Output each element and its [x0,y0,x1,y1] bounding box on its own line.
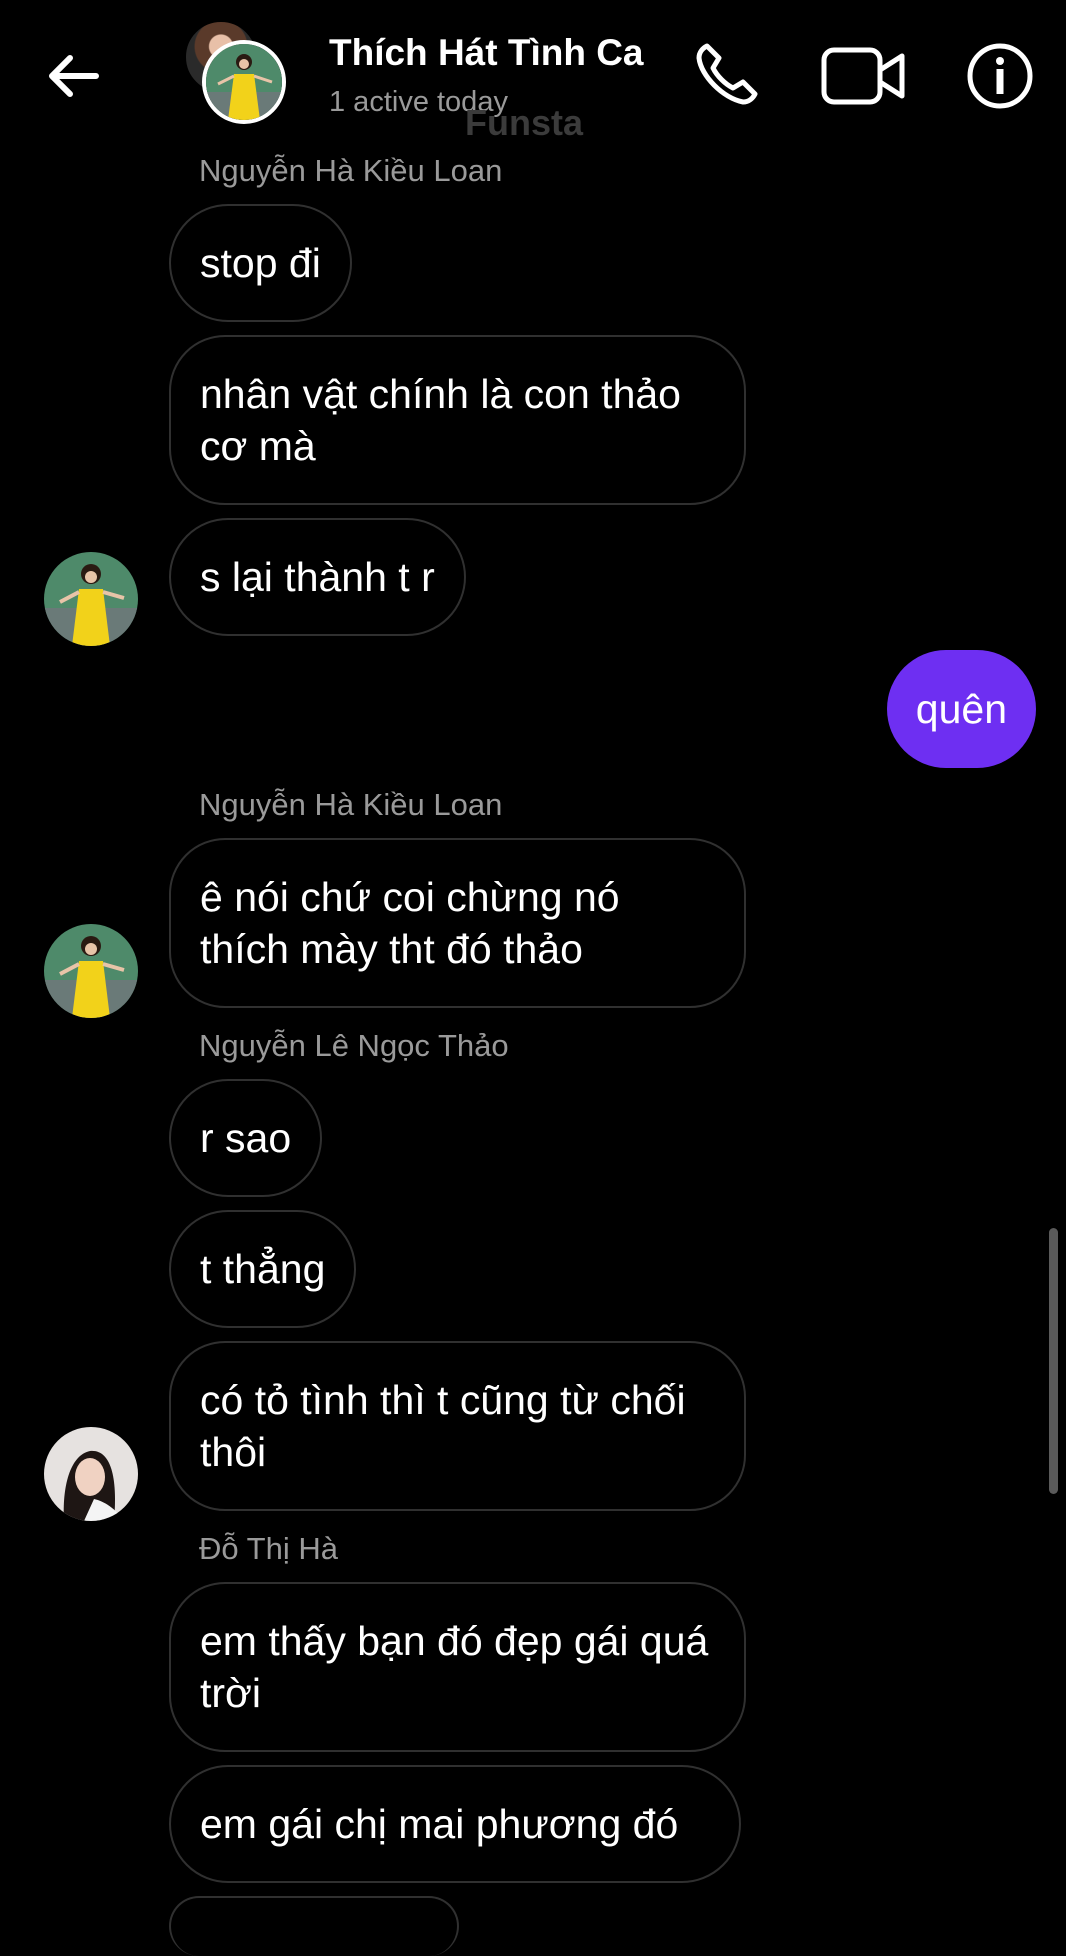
sender-name: Đỗ Thị Hà [199,1531,338,1566]
message-text: s lại thành t r [200,554,435,600]
message-bubble[interactable]: em thấy bạn đó đẹp gái quá trời [169,1582,746,1752]
message-text: nhân vật chính là con thảo cơ mà [200,371,681,469]
message-text: t thẳng [200,1246,326,1292]
sender-avatar[interactable] [44,1427,138,1521]
sender-avatar[interactable] [44,924,138,1018]
message-text: có tỏ tình thì t cũng từ chối thôi [200,1377,686,1475]
message-text: quên [915,686,1007,732]
sender-name: Nguyễn Lê Ngọc Thảo [199,1028,509,1063]
sender-avatar[interactable] [44,552,138,646]
info-icon[interactable] [960,36,1040,116]
phone-icon[interactable] [685,36,765,116]
message-text: r sao [200,1115,292,1161]
message-text: ê nói chứ coi chừng nó thích mày tht đó … [200,874,620,972]
back-arrow-icon[interactable] [44,46,104,106]
message-bubble[interactable]: ê nói chứ coi chừng nó thích mày tht đó … [169,838,746,1008]
message-text: em gái chị mai phương đó [200,1801,679,1847]
message-bubble[interactable]: có tỏ tình thì t cũng từ chối thôi [169,1341,746,1511]
message-bubble[interactable]: nhân vật chính là con thảo cơ mà [169,335,746,505]
message-bubble[interactable]: stop đi [169,204,352,322]
message-bubble[interactable]: em gái chị mai phương đó [169,1765,741,1883]
scrollbar[interactable] [1049,1228,1058,1494]
message-bubble[interactable]: r sao [169,1079,323,1197]
group-avatar[interactable] [184,20,288,124]
watermark: Funsta [465,102,584,143]
sender-name: Nguyễn Hà Kiều Loan [199,153,503,188]
sent-message-bubble[interactable]: quên [886,650,1036,768]
message-bubble[interactable]: t thẳng [169,1210,357,1328]
message-bubble-partial[interactable] [169,1896,459,1956]
chat-title[interactable]: Thích Hát Tình Ca [329,32,644,74]
video-camera-icon[interactable] [818,36,908,116]
message-text: em thấy bạn đó đẹp gái quá trời [200,1618,709,1716]
chat-header: Thích Hát Tình Ca 1 active today Funsta [0,0,1066,160]
message-bubble[interactable]: s lại thành t r [169,518,466,636]
sender-name: Nguyễn Hà Kiều Loan [199,787,503,822]
member-avatar-front [202,40,286,124]
message-text: stop đi [200,240,321,286]
